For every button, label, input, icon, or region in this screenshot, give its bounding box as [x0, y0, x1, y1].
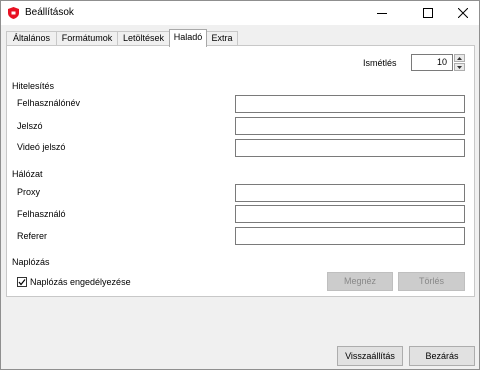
tab-formatumok[interactable]: Formátumok	[56, 31, 118, 46]
tab-altalanos[interactable]: Általános	[6, 31, 57, 46]
network-user-label: Felhasználó	[17, 209, 66, 219]
username-field[interactable]	[235, 95, 465, 113]
close-dialog-button[interactable]: Bezárás	[409, 346, 475, 366]
chevron-up-icon	[457, 56, 462, 60]
password-field[interactable]	[235, 117, 465, 135]
settings-window: Beállítások Általános Formátumok Letölté…	[0, 0, 480, 370]
retries-label: Ismétlés	[363, 58, 397, 68]
window-title: Beállítások	[25, 7, 74, 18]
password-label: Jelszó	[17, 121, 43, 131]
maximize-icon	[423, 8, 433, 18]
tab-extra[interactable]: Extra	[206, 31, 238, 46]
reset-button[interactable]: Visszaállítás	[337, 346, 403, 366]
minimize-icon	[377, 13, 387, 14]
close-icon	[458, 8, 468, 18]
title-bar[interactable]: Beállítások	[1, 1, 479, 25]
advanced-panel	[6, 45, 475, 297]
proxy-field[interactable]	[235, 184, 465, 202]
clear-log-button[interactable]: Törlés	[398, 272, 465, 291]
minimize-button[interactable]	[367, 1, 397, 25]
proxy-label: Proxy	[17, 187, 41, 197]
referer-label: Referer	[17, 231, 48, 241]
chevron-down-icon	[457, 65, 462, 69]
network-user-field[interactable]	[235, 205, 465, 223]
view-log-button[interactable]: Megnéz	[327, 272, 393, 291]
spin-down-button[interactable]	[454, 63, 465, 71]
maximize-button[interactable]	[413, 1, 443, 25]
tab-letoltesek[interactable]: Letöltések	[117, 31, 170, 46]
enable-logging-label[interactable]: Naplózás engedélyezése	[30, 277, 131, 288]
retries-spinner	[454, 54, 465, 71]
spin-up-button[interactable]	[454, 54, 465, 62]
tab-halado[interactable]: Haladó	[169, 29, 207, 47]
enable-logging-checkbox[interactable]	[17, 277, 27, 287]
app-shield-icon	[8, 7, 19, 19]
username-label: Felhasználónév	[17, 98, 81, 108]
video-password-label: Videó jelszó	[17, 142, 66, 152]
video-password-field[interactable]	[235, 139, 465, 157]
close-button[interactable]	[448, 1, 478, 25]
auth-heading: Hitelesítés	[12, 81, 55, 91]
retries-spinbox[interactable]: 10	[411, 54, 453, 71]
referer-field[interactable]	[235, 227, 465, 245]
logging-heading: Naplózás	[12, 257, 50, 267]
network-heading: Hálózat	[12, 169, 43, 179]
checkmark-icon	[18, 279, 26, 286]
